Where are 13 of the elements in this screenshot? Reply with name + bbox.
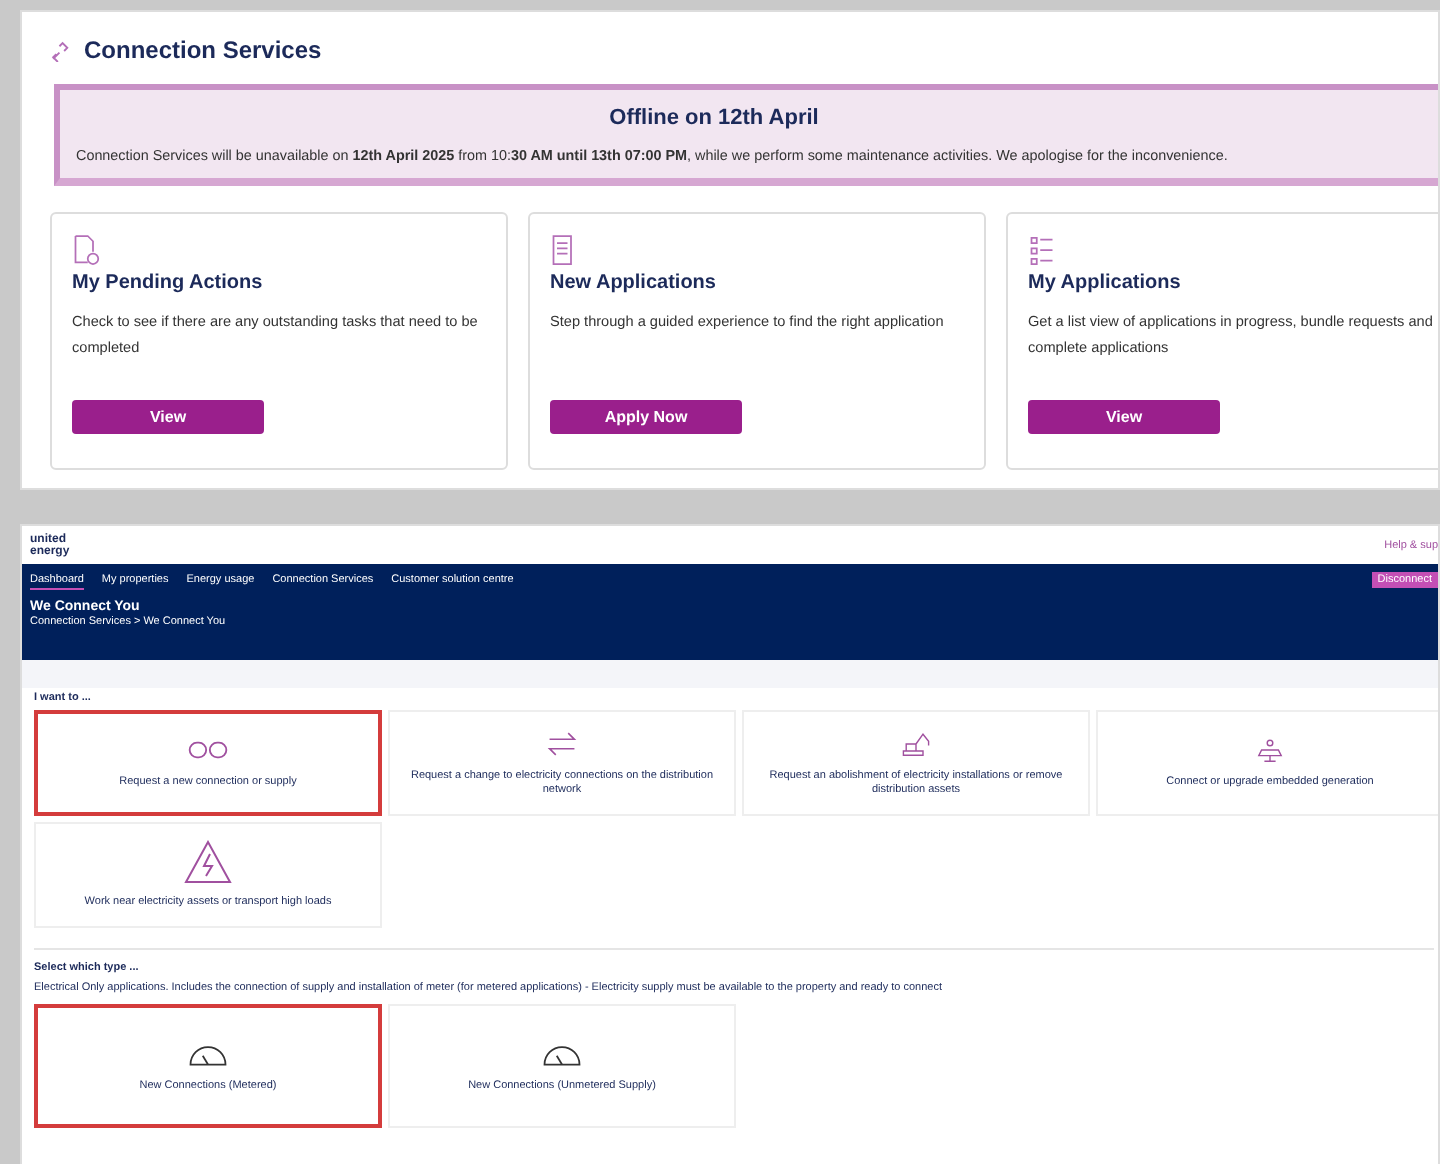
document-icon bbox=[550, 234, 578, 266]
document-clock-icon bbox=[72, 234, 100, 266]
banner-title: Offline on 12th April bbox=[607, 106, 821, 130]
card-title: New Applications bbox=[550, 272, 718, 294]
link-icon bbox=[50, 39, 72, 61]
card-button[interactable]: Apply Now bbox=[550, 400, 742, 434]
card-title: My Pending Actions bbox=[72, 272, 265, 294]
checklist-icon bbox=[1028, 234, 1056, 266]
high-voltage-icon bbox=[184, 840, 232, 885]
card-button[interactable]: View bbox=[72, 400, 264, 434]
card-button[interactable]: View bbox=[1028, 400, 1220, 434]
section-title: Connection Services bbox=[84, 36, 322, 64]
card-title: My Applications bbox=[1028, 272, 1183, 294]
